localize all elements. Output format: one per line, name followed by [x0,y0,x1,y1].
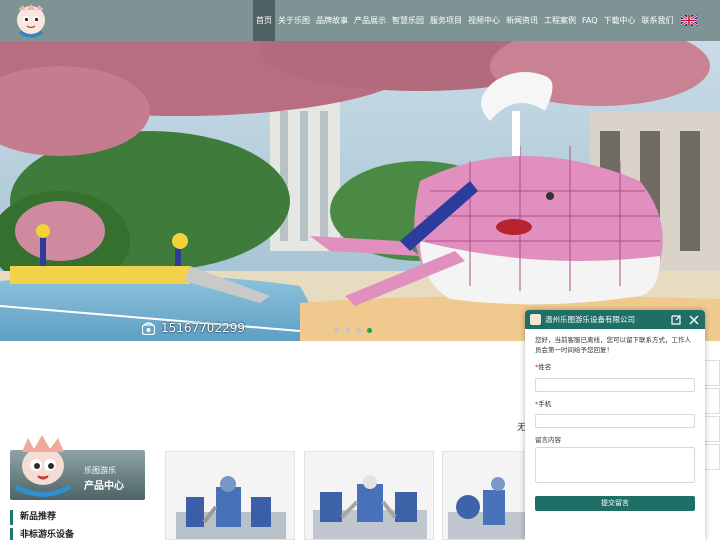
nav-item-smart-park[interactable]: 智慧乐园 [389,0,427,41]
product-image [313,475,427,539]
hero-phone-number: 15167702299 [161,321,245,335]
floating-tool-button[interactable] [704,444,720,470]
mascot-logo-icon[interactable] [12,2,50,38]
mascot-image [14,435,72,497]
phone-field-label: *手机 [535,399,552,408]
nav-item-services[interactable]: 服务项目 [427,0,465,41]
name-input[interactable] [535,377,695,392]
nav-item-contact[interactable]: 联系我们 [639,0,677,41]
chat-body: 您好，当前客服已离线，您可以留下联系方式，工作人员会第一时间给予您回复！ *姓名… [525,329,705,517]
nav-item-home[interactable]: 首页 [253,0,275,41]
main-nav: 首页 关于乐图 品牌故事 产品展示 智慧乐园 服务项目 视频中心 新闻资讯 工程… [253,0,697,41]
product-card[interactable] [165,451,295,540]
nav-item-downloads[interactable]: 下载中心 [601,0,639,41]
nav-item-cases[interactable]: 工程案例 [541,0,579,41]
chat-header: 温州乐图游乐设备有限公司 [525,310,705,329]
site-header: 首页 关于乐图 品牌故事 产品展示 智慧乐园 服务项目 视频中心 新闻资讯 工程… [0,0,720,41]
nav-item-faq[interactable]: FAQ [579,0,601,41]
slider-dot[interactable] [334,328,339,333]
slider-dot-active[interactable] [367,328,372,333]
nav-item-products[interactable]: 产品展示 [351,0,389,41]
close-icon[interactable] [688,314,700,326]
floating-tool-button[interactable] [704,416,720,442]
floating-tool-button[interactable] [704,388,720,414]
submit-message-button[interactable]: 提交留言 [535,496,695,511]
chat-offline-message: 您好，当前客服已离线，您可以留下联系方式，工作人员会第一时间给予您回复！ [535,336,691,354]
slider-dot[interactable] [345,328,350,333]
company-avatar-icon [530,314,541,325]
product-image [176,476,286,539]
sidebar-brand: 乐图游乐 [84,466,116,475]
sidebar-title: 产品中心 [84,481,124,492]
hero-phone: 15167702299 [142,321,245,335]
floating-tool-button[interactable] [704,360,720,386]
nav-item-news[interactable]: 新闻资讯 [503,0,541,41]
category-new-products[interactable]: 新品推荐 [10,510,145,525]
category-custom-equipment[interactable]: 非标游乐设备 [10,528,145,540]
nav-item-brand-story[interactable]: 品牌故事 [313,0,351,41]
message-field-label: 留言内容 [535,436,561,444]
nav-item-about[interactable]: 关于乐图 [275,0,313,41]
expand-icon[interactable] [670,314,682,326]
phone-icon [142,321,155,335]
product-card[interactable] [304,451,434,540]
phone-input[interactable] [535,414,695,428]
name-field-label: *姓名 [535,363,552,371]
slider-dot[interactable] [356,328,361,333]
slider-dots [334,328,372,333]
uk-flag-icon[interactable] [680,15,697,26]
chat-title: 温州乐图游乐设备有限公司 [545,315,635,324]
chat-widget: 温州乐图游乐设备有限公司 您好，当前客服已离线，您可以留下联系方式，工作人员会第… [525,310,705,540]
floating-toolbar [704,360,720,472]
nav-item-videos[interactable]: 视频中心 [465,0,503,41]
product-category-list: 新品推荐 非标游乐设备 [10,510,145,540]
hero-image [0,41,720,341]
hero-banner[interactable]: 15167702299 [0,41,720,341]
page: 首页 关于乐图 品牌故事 产品展示 智慧乐园 服务项目 视频中心 新闻资讯 工程… [0,0,720,540]
message-textarea[interactable] [535,447,695,483]
